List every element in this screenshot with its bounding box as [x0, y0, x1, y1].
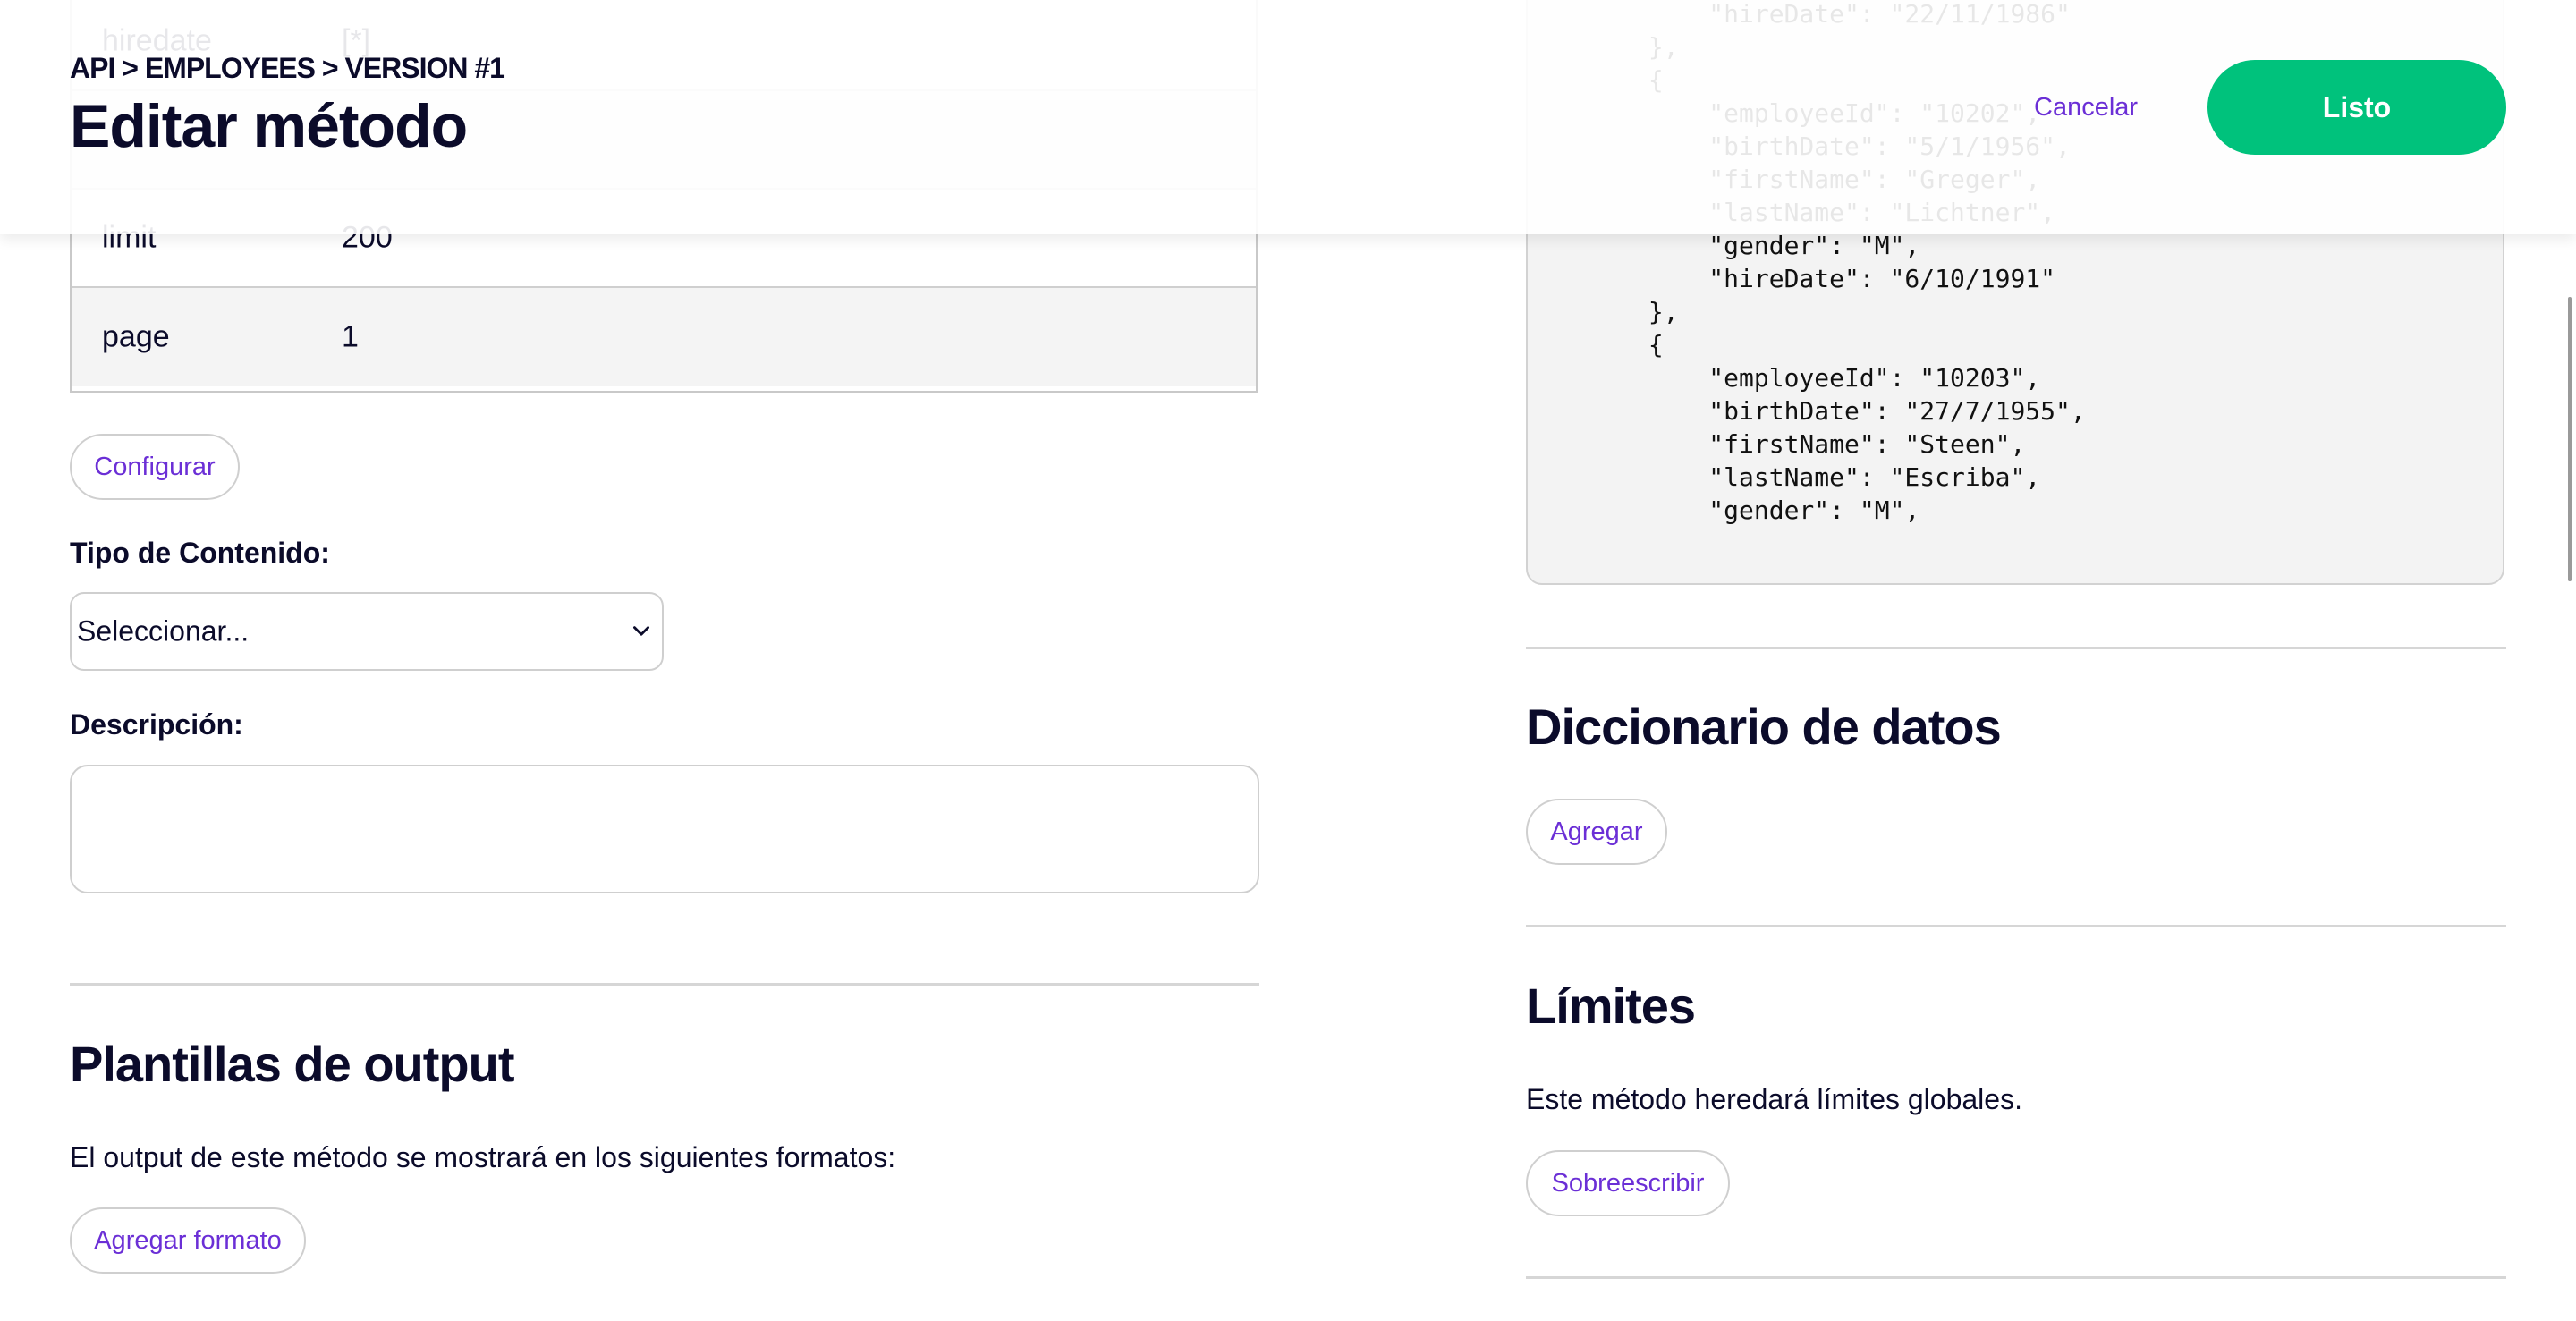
param-key: page: [102, 319, 170, 354]
content-type-label: Tipo de Contenido:: [70, 537, 330, 569]
done-button[interactable]: Listo: [2207, 60, 2506, 155]
param-value: 1: [342, 319, 359, 354]
page-title: Editar método: [70, 92, 468, 160]
description-field[interactable]: [70, 765, 1259, 893]
scrollbar[interactable]: [2568, 297, 2572, 581]
configure-button[interactable]: Configurar: [70, 434, 240, 500]
code-line: },: [1528, 297, 1679, 326]
output-templates-title: Plantillas de output: [70, 1036, 514, 1092]
output-templates-description: El output de este método se mostrará en …: [70, 1141, 896, 1173]
content-type-selected: Seleccionar...: [77, 614, 250, 648]
page-header: API > EMPLOYEES > VERSION #1 Editar méto…: [0, 0, 2576, 234]
override-limits-button[interactable]: Sobreescribir: [1526, 1150, 1730, 1216]
add-dictionary-button[interactable]: Agregar: [1526, 799, 1667, 865]
section-divider: [1526, 647, 2506, 649]
section-divider: [1526, 1276, 2506, 1279]
code-line: "lastName": "Escriba",: [1528, 462, 2041, 492]
code-line: {: [1528, 330, 1664, 360]
code-line: "birthDate": "27/7/1955",: [1528, 396, 2086, 426]
chevron-down-icon: [633, 626, 649, 636]
code-line: "hireDate": "6/10/1991": [1528, 264, 2056, 293]
section-divider: [1526, 925, 2506, 927]
limits-title: Límites: [1526, 978, 1696, 1034]
code-line: "firstName": "Steen",: [1528, 429, 2026, 459]
data-dictionary-title: Diccionario de datos: [1526, 699, 2002, 755]
code-line: "employeeId": "10203",: [1528, 363, 2041, 393]
limits-description: Este método heredará límites globales.: [1526, 1083, 2022, 1115]
table-row: page 1: [72, 288, 1256, 386]
code-line: "gender": "M",: [1528, 495, 1920, 525]
section-divider: [70, 983, 1259, 986]
add-format-button[interactable]: Agregar formato: [70, 1207, 306, 1274]
cancel-button[interactable]: Cancelar: [2034, 93, 2138, 123]
description-label: Descripción:: [70, 708, 243, 741]
content-type-select[interactable]: Seleccionar...: [70, 592, 664, 671]
breadcrumb: API > EMPLOYEES > VERSION #1: [70, 52, 505, 84]
